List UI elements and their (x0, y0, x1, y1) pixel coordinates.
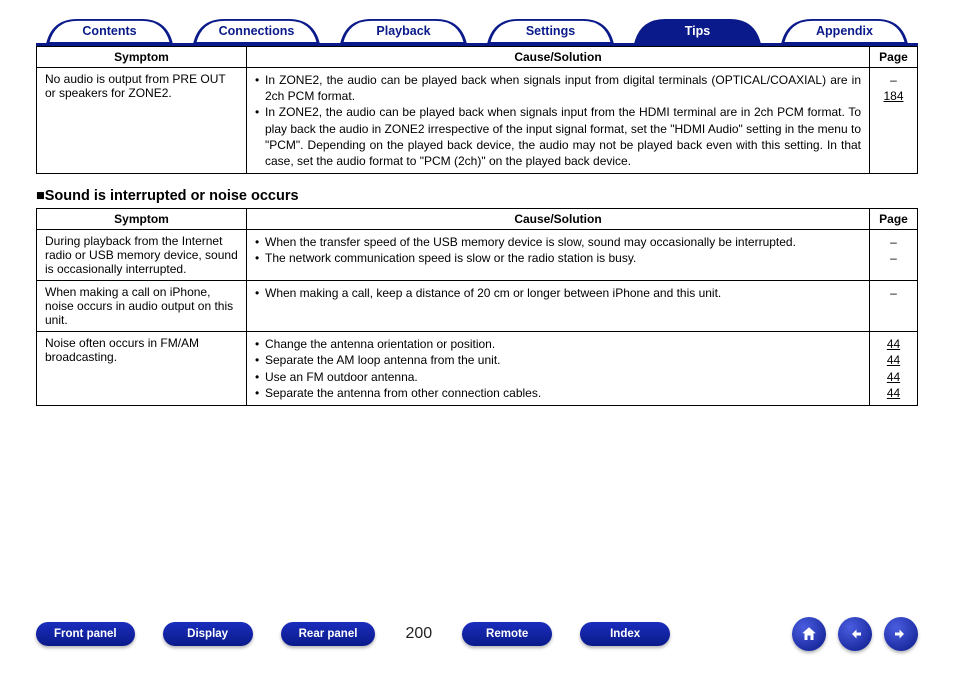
tab-tips[interactable]: Tips (624, 18, 771, 43)
cause-item: When the transfer speed of the USB memor… (255, 234, 861, 250)
tab-contents[interactable]: Contents (36, 18, 183, 43)
page-cell: –– (870, 230, 918, 281)
page-cell: – (870, 281, 918, 332)
th-symptom: Symptom (37, 209, 247, 230)
tab-label: Connections (219, 24, 295, 38)
table-row: Noise often occurs in FM/AM broadcasting… (37, 332, 918, 406)
tab-label: Playback (376, 24, 430, 38)
cause-cell: When the transfer speed of the USB memor… (247, 230, 870, 281)
index-button[interactable]: Index (580, 622, 670, 646)
page-ref: – (878, 250, 909, 266)
cause-item: Separate the antenna from other connecti… (255, 385, 861, 401)
rear-panel-button[interactable]: Rear panel (281, 622, 376, 646)
symptom-cell: During playback from the Internet radio … (37, 230, 247, 281)
cause-item: In ZONE2, the audio can be played back w… (255, 104, 861, 169)
tab-label: Settings (526, 24, 575, 38)
tab-label: Appendix (816, 24, 873, 38)
tab-connections[interactable]: Connections (183, 18, 330, 43)
forward-icon[interactable] (884, 617, 918, 651)
tab-appendix[interactable]: Appendix (771, 18, 918, 43)
display-button[interactable]: Display (163, 622, 253, 646)
cause-item: In ZONE2, the audio can be played back w… (255, 72, 861, 104)
page-link[interactable]: 44 (887, 353, 900, 367)
page-ref: – (878, 234, 909, 250)
symptom-cell: No audio is output from PRE OUT or speak… (37, 68, 247, 174)
tab-label: Contents (82, 24, 136, 38)
th-page: Page (870, 209, 918, 230)
th-cause: Cause/Solution (247, 209, 870, 230)
page-ref: – (878, 72, 909, 88)
cause-item: Separate the AM loop antenna from the un… (255, 352, 861, 368)
page-link[interactable]: 44 (887, 337, 900, 351)
troubleshooting-table-1: Symptom Cause/Solution Page No audio is … (36, 46, 918, 174)
page-link[interactable]: 44 (887, 370, 900, 384)
page-cell: 44 44 44 44 (870, 332, 918, 406)
cause-cell: Change the antenna orientation or positi… (247, 332, 870, 406)
table-row: When making a call on iPhone, noise occu… (37, 281, 918, 332)
symptom-cell: Noise often occurs in FM/AM broadcasting… (37, 332, 247, 406)
page-number: 200 (401, 625, 436, 643)
page-ref: – (878, 285, 909, 301)
home-icon[interactable] (792, 617, 826, 651)
top-tab-bar: Contents Connections Playback Settings Tips A… (36, 18, 918, 46)
th-cause: Cause/Solution (247, 47, 870, 68)
table-row: During playback from the Internet radio … (37, 230, 918, 281)
cause-cell: When making a call, keep a distance of 2… (247, 281, 870, 332)
cause-cell: In ZONE2, the audio can be played back w… (247, 68, 870, 174)
troubleshooting-table-2: Symptom Cause/Solution Page During playb… (36, 208, 918, 406)
page-cell: –184 (870, 68, 918, 174)
tab-settings[interactable]: Settings (477, 18, 624, 43)
cause-item: Use an FM outdoor antenna. (255, 369, 861, 385)
table-row: No audio is output from PRE OUT or speak… (37, 68, 918, 174)
front-panel-button[interactable]: Front panel (36, 622, 135, 646)
page-link[interactable]: 44 (887, 386, 900, 400)
tab-label: Tips (685, 24, 710, 38)
cause-item: Change the antenna orientation or positi… (255, 336, 861, 352)
section-marker-icon: ■ (36, 188, 45, 204)
th-symptom: Symptom (37, 47, 247, 68)
remote-button[interactable]: Remote (462, 622, 552, 646)
back-icon[interactable] (838, 617, 872, 651)
th-page: Page (870, 47, 918, 68)
symptom-cell: When making a call on iPhone, noise occu… (37, 281, 247, 332)
cause-item: The network communication speed is slow … (255, 250, 861, 266)
page-link[interactable]: 184 (883, 89, 903, 103)
section-title: ■Sound is interrupted or noise occurs (36, 188, 918, 204)
tab-playback[interactable]: Playback (330, 18, 477, 43)
footer-nav: Front panel Display Rear panel 200 Remot… (0, 617, 954, 651)
cause-item: When making a call, keep a distance of 2… (255, 285, 861, 301)
